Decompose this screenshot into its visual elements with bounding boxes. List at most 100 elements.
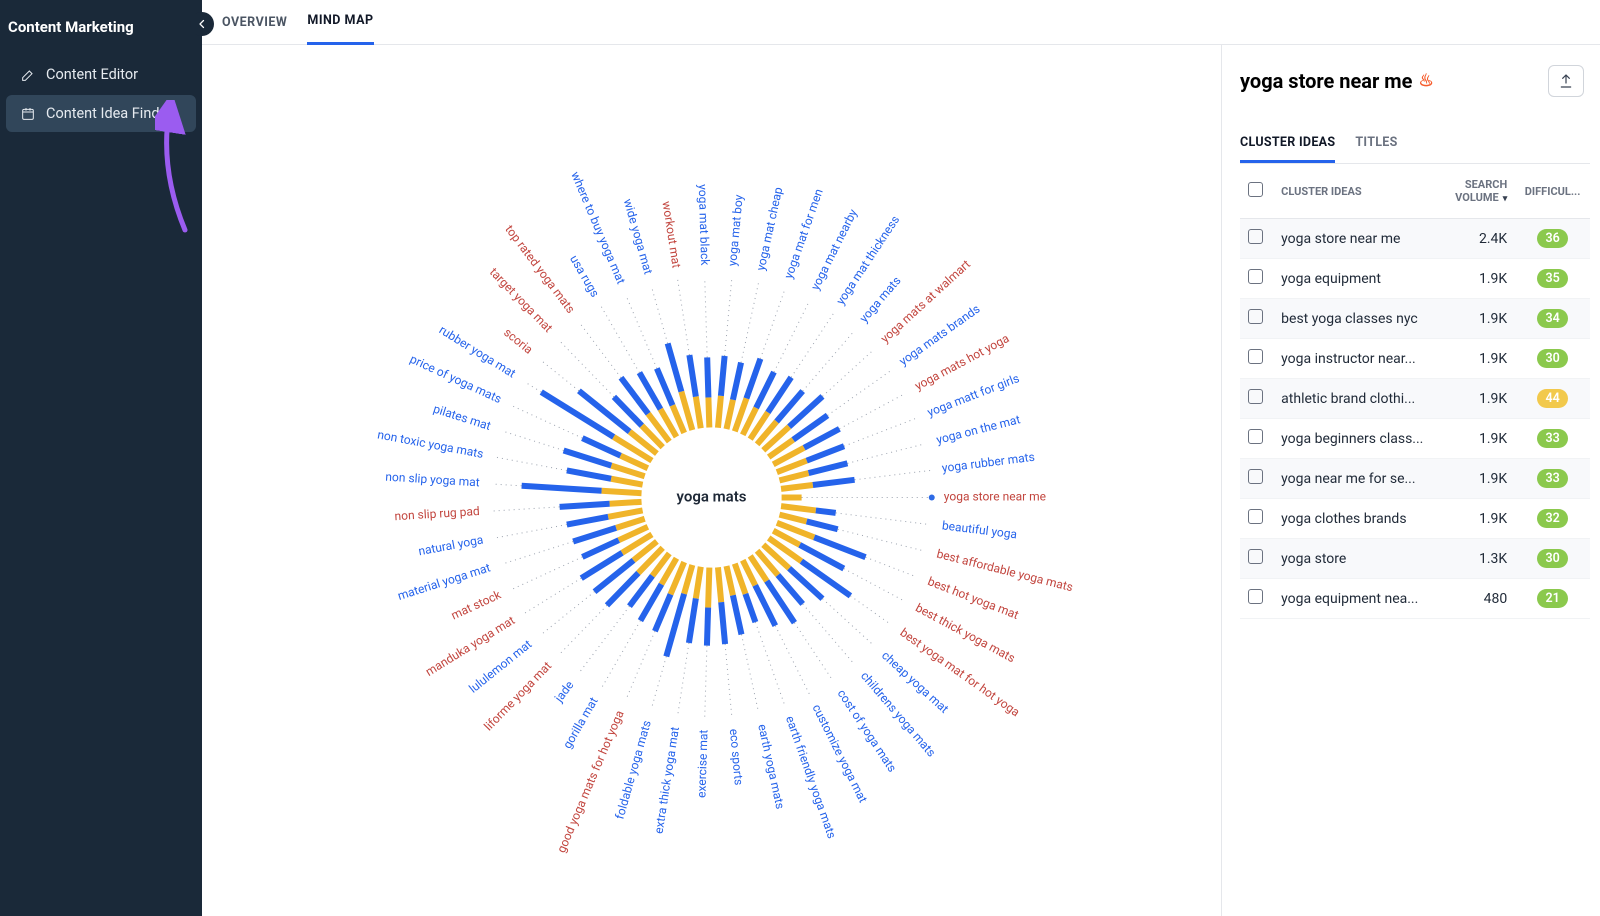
export-icon (1558, 73, 1574, 89)
mindmap-node[interactable]: eco sports (727, 728, 746, 786)
mindmap-node[interactable]: non slip rug pad (394, 504, 480, 523)
col-search-volume[interactable]: SEARCH VOLUME▾ (1431, 164, 1515, 219)
difficulty-pill: 35 (1537, 269, 1567, 288)
mindmap-node[interactable]: natural yoga (417, 533, 484, 559)
table-row[interactable]: best yoga classes nyc1.9K34 (1240, 299, 1590, 339)
table-row[interactable]: athletic brand clothi...1.9K44 (1240, 379, 1590, 419)
difficulty-pill: 32 (1537, 509, 1567, 528)
row-checkbox[interactable] (1248, 229, 1263, 244)
row-checkbox[interactable] (1248, 469, 1263, 484)
subtab-cluster-ideas[interactable]: CLUSTER IDEAS (1240, 125, 1335, 163)
mindmap-node[interactable]: yoga mat cheap (754, 186, 786, 272)
row-search-volume: 1.9K (1431, 419, 1515, 459)
tab-mind-map[interactable]: MIND MAP (307, 0, 373, 45)
row-checkbox[interactable] (1248, 309, 1263, 324)
mindmap-node[interactable]: yoga rubber mats (941, 450, 1035, 475)
row-name: yoga clothes brands (1273, 499, 1431, 539)
main: OVERVIEW MIND MAP yoga store near me beau… (202, 0, 1600, 916)
cluster-table: CLUSTER IDEAS SEARCH VOLUME▾ DIFFICUL...… (1240, 164, 1590, 619)
sidebar-title: Content Marketing (0, 0, 202, 54)
row-name: yoga equipment (1273, 259, 1431, 299)
mindmap-node[interactable]: jade (551, 678, 576, 705)
row-search-volume: 1.9K (1431, 339, 1515, 379)
panel-subtabs: CLUSTER IDEAS TITLES (1240, 125, 1590, 164)
content-area: yoga store near mebeautiful yogabest aff… (202, 45, 1600, 916)
row-name: yoga instructor near... (1273, 339, 1431, 379)
row-search-volume: 2.4K (1431, 219, 1515, 259)
row-name: best yoga classes nyc (1273, 299, 1431, 339)
mindmap-node[interactable]: yoga mat boy (725, 194, 746, 267)
tab-overview[interactable]: OVERVIEW (222, 1, 287, 44)
mindmap-node[interactable]: exercise mat (694, 729, 710, 798)
table-row[interactable]: yoga instructor near...1.9K 30 (1240, 339, 1590, 379)
pencil-icon (20, 67, 36, 83)
row-checkbox[interactable] (1248, 349, 1263, 364)
sort-desc-icon: ▾ (1503, 194, 1508, 204)
mindmap-node[interactable]: scoria (501, 325, 535, 356)
collapse-sidebar-button[interactable] (190, 12, 214, 36)
table-row[interactable]: yoga store1.3K 30 (1240, 539, 1590, 579)
mindmap-node[interactable]: workout mat (659, 200, 683, 269)
mindmap-node[interactable]: pilates mat (432, 402, 493, 433)
mind-map[interactable]: yoga store near mebeautiful yogabest aff… (202, 45, 1221, 916)
sidebar-item-content-editor[interactable]: Content Editor (6, 56, 196, 93)
table-row[interactable]: yoga near me for se...1.9K 33 (1240, 459, 1590, 499)
subtab-titles[interactable]: TITLES (1355, 125, 1397, 163)
panel-title-text: yoga store near me (1240, 69, 1412, 93)
row-checkbox[interactable] (1248, 549, 1263, 564)
row-name: yoga store (1273, 539, 1431, 579)
row-search-volume: 480 (1431, 579, 1515, 619)
row-checkbox[interactable] (1248, 429, 1263, 444)
difficulty-pill: 36 (1537, 229, 1567, 248)
mindmap-node[interactable]: usa rugs (567, 253, 602, 300)
row-name: yoga beginners class... (1273, 419, 1431, 459)
panel-title: yoga store near me ♨ (1240, 69, 1434, 93)
row-checkbox[interactable] (1248, 589, 1263, 604)
sidebar-item-content-idea-finder[interactable]: Content Idea Finder (6, 95, 196, 132)
col-cluster-ideas[interactable]: CLUSTER IDEAS (1273, 164, 1431, 219)
col-difficulty[interactable]: DIFFICUL... (1515, 164, 1590, 219)
row-search-volume: 1.9K (1431, 459, 1515, 499)
table-row[interactable]: yoga equipment1.9K 35 (1240, 259, 1590, 299)
mindmap-node[interactable]: extra thick yoga mat (652, 726, 682, 835)
mindmap-node[interactable]: yoga store near me (944, 490, 1046, 504)
difficulty-pill: 21 (1537, 589, 1567, 608)
table-row[interactable]: yoga store near me2.4K 36 (1240, 219, 1590, 259)
row-search-volume: 1.9K (1431, 499, 1515, 539)
mindmap-node[interactable]: mat stock (449, 587, 504, 622)
row-name: yoga near me for se... (1273, 459, 1431, 499)
mindmap-node[interactable]: non slip yoga mat (385, 470, 480, 490)
table-row[interactable]: yoga equipment nea...48021 (1240, 579, 1590, 619)
detail-panel: yoga store near me ♨ CLUSTER IDEAS TITLE… (1221, 45, 1600, 916)
sidebar: Content Marketing Content Editor Content… (0, 0, 202, 916)
row-search-volume: 1.3K (1431, 539, 1515, 579)
row-search-volume: 1.9K (1431, 259, 1515, 299)
mindmap-center: yoga mats (677, 487, 747, 505)
chevron-left-icon (196, 18, 208, 30)
mindmap-node[interactable]: yoga mat black (696, 184, 713, 266)
mindmap-node[interactable]: yoga on the mat (935, 412, 1022, 447)
mindmap-node[interactable]: good yoga mats for hot yoga (554, 708, 627, 854)
row-search-volume: 1.9K (1431, 379, 1515, 419)
difficulty-pill: 34 (1537, 309, 1567, 328)
mindmap-node[interactable]: wide yoga mat (621, 197, 656, 276)
select-all-checkbox[interactable] (1248, 182, 1263, 197)
row-name: yoga store near me (1273, 219, 1431, 259)
mindmap-node[interactable]: earth yoga mats (755, 723, 787, 811)
mindmap-node[interactable]: non toxic yoga mats (376, 427, 484, 461)
table-row[interactable]: yoga beginners class...1.9K33 (1240, 419, 1590, 459)
row-checkbox[interactable] (1248, 269, 1263, 284)
mindmap-node[interactable]: beautiful yoga (941, 518, 1018, 541)
row-checkbox[interactable] (1248, 509, 1263, 524)
mindmap-node[interactable]: yoga mats at walmart (878, 257, 973, 346)
sidebar-item-label: Content Idea Finder (46, 105, 172, 122)
table-row[interactable]: yoga clothes brands1.9K 32 (1240, 499, 1590, 539)
difficulty-pill: 33 (1537, 469, 1567, 488)
fire-icon: ♨ (1418, 71, 1433, 91)
mindmap-node[interactable]: foldable yoga mats (612, 719, 653, 821)
export-button[interactable] (1548, 65, 1584, 97)
mindmap-node[interactable]: gorilla mat (560, 695, 601, 751)
difficulty-pill: 30 (1537, 349, 1567, 368)
row-checkbox[interactable] (1248, 389, 1263, 404)
difficulty-pill: 30 (1537, 549, 1567, 568)
